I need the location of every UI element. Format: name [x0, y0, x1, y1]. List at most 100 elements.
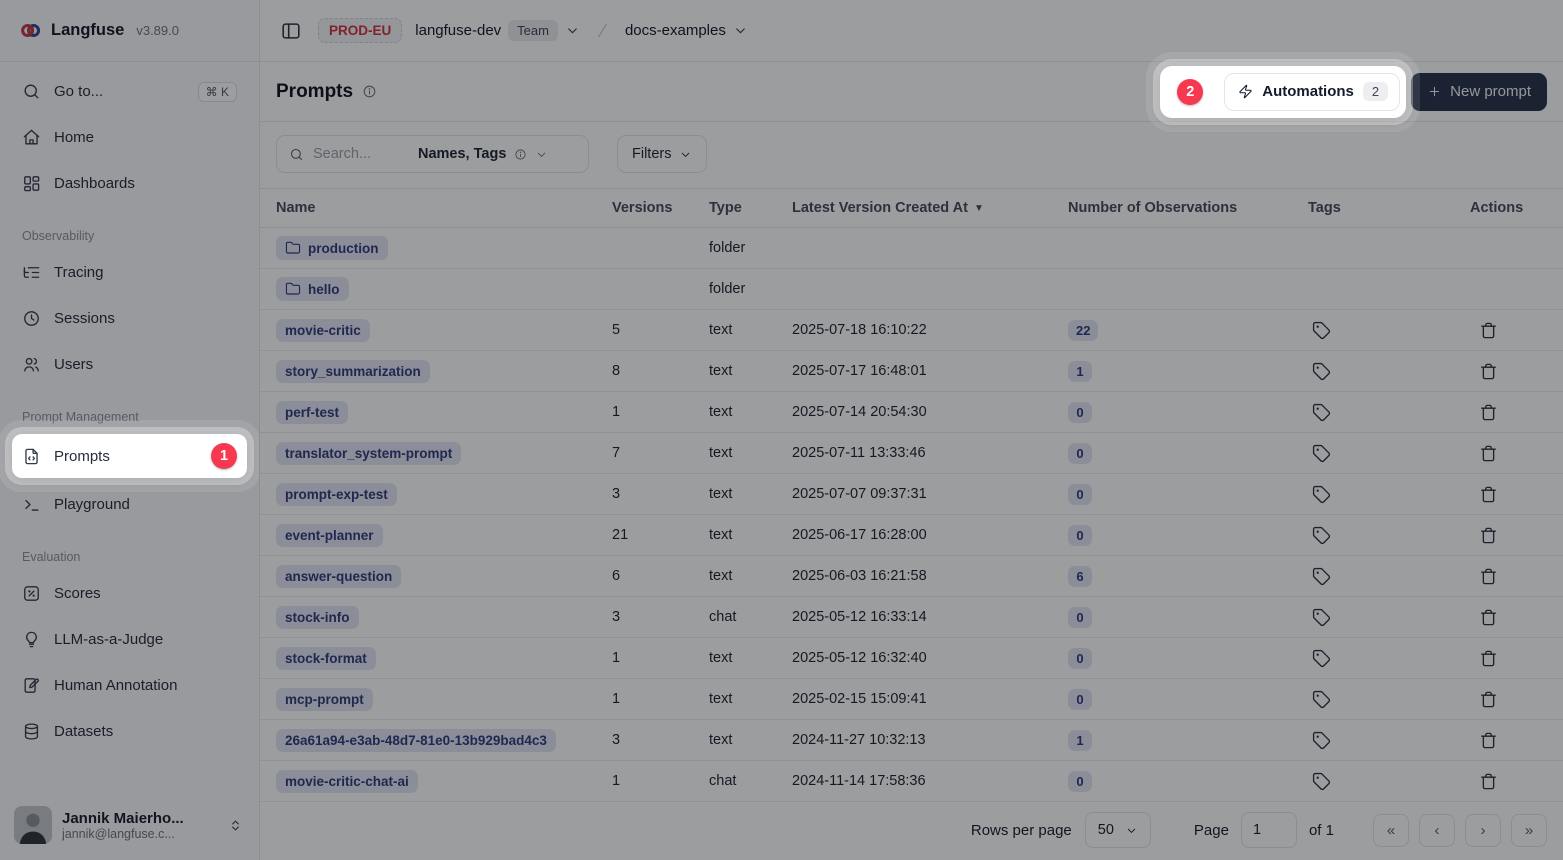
tags-button[interactable]: [1308, 563, 1335, 590]
tags-button[interactable]: [1308, 604, 1335, 631]
table-row[interactable]: hello folder: [260, 269, 1563, 310]
table-row[interactable]: mcp-prompt 1 text 2025-02-15 15:09:41 0: [260, 679, 1563, 720]
observations-badge[interactable]: 0: [1068, 771, 1092, 792]
tags-button[interactable]: [1308, 399, 1335, 426]
prompt-name-badge[interactable]: stock-info: [276, 606, 359, 629]
column-header-created-at[interactable]: Latest Version Created At ▼: [792, 200, 1068, 216]
table-row[interactable]: production folder: [260, 228, 1563, 269]
user-meta: Jannik Maierho... jannik@langfuse.c...: [62, 810, 218, 841]
prompt-name-badge[interactable]: perf-test: [276, 401, 348, 424]
first-page-button[interactable]: «: [1373, 814, 1409, 847]
table-row[interactable]: movie-critic 5 text 2025-07-18 16:10:22 …: [260, 310, 1563, 351]
created-at-cell: 2025-05-12 16:33:14: [792, 609, 1068, 625]
project-switcher[interactable]: docs-examples: [625, 22, 748, 39]
table-row[interactable]: 26a61a94-e3ab-48d7-81e0-13b929bad4c3 3 t…: [260, 720, 1563, 761]
tags-button[interactable]: [1308, 645, 1335, 672]
delete-button[interactable]: [1475, 440, 1502, 467]
info-icon[interactable]: [362, 84, 377, 99]
prompt-name-badge[interactable]: story_summarization: [276, 360, 430, 383]
automations-button[interactable]: Automations 2: [1224, 73, 1400, 111]
annotation-step-1: 1: [211, 443, 237, 469]
last-page-button[interactable]: »: [1511, 814, 1547, 847]
prompt-name-badge[interactable]: mcp-prompt: [276, 688, 373, 711]
table-row[interactable]: event-planner 21 text 2025-06-17 16:28:0…: [260, 515, 1563, 556]
delete-button[interactable]: [1475, 604, 1502, 631]
next-page-button[interactable]: ›: [1465, 814, 1501, 847]
rows-per-page-select[interactable]: 50: [1085, 812, 1151, 848]
sidebar-item-dashboards[interactable]: Dashboards: [12, 168, 247, 199]
prompt-name-badge[interactable]: stock-format: [276, 647, 376, 670]
table-row[interactable]: answer-question 6 text 2025-06-03 16:21:…: [260, 556, 1563, 597]
table-row[interactable]: perf-test 1 text 2025-07-14 20:54:30 0: [260, 392, 1563, 433]
search-input[interactable]: [313, 146, 409, 162]
prompt-name-badge[interactable]: answer-question: [276, 565, 401, 588]
tags-button[interactable]: [1308, 440, 1335, 467]
delete-button[interactable]: [1475, 481, 1502, 508]
sidebar-item-users[interactable]: Users: [12, 349, 247, 380]
table-row[interactable]: story_summarization 8 text 2025-07-17 16…: [260, 351, 1563, 392]
observations-badge[interactable]: 0: [1068, 443, 1092, 464]
tags-button[interactable]: [1308, 481, 1335, 508]
observations-badge[interactable]: 0: [1068, 525, 1092, 546]
user-menu[interactable]: Jannik Maierho... jannik@langfuse.c...: [0, 794, 259, 860]
sidebar-toggle-button[interactable]: [277, 17, 305, 45]
prev-page-button[interactable]: ‹: [1419, 814, 1455, 847]
new-prompt-button[interactable]: New prompt: [1411, 73, 1547, 111]
table-row[interactable]: translator_system-prompt 7 text 2025-07-…: [260, 433, 1563, 474]
delete-button[interactable]: [1475, 522, 1502, 549]
observations-badge[interactable]: 22: [1068, 320, 1098, 341]
info-icon: [514, 148, 527, 161]
delete-button[interactable]: [1475, 645, 1502, 672]
sidebar-item-home[interactable]: Home: [12, 122, 247, 153]
sidebar-item-scores[interactable]: Scores: [12, 578, 247, 609]
observations-badge[interactable]: 6: [1068, 566, 1092, 587]
tags-button[interactable]: [1308, 768, 1335, 795]
filters-button[interactable]: Filters: [617, 135, 707, 173]
search-scope-dropdown[interactable]: Names, Tags: [418, 146, 548, 162]
sidebar-item-sessions[interactable]: Sessions: [12, 303, 247, 334]
sidebar-item-goto[interactable]: Go to... ⌘ K: [12, 76, 247, 107]
sidebar-item-tracing[interactable]: Tracing: [12, 257, 247, 288]
prompt-name-badge[interactable]: event-planner: [276, 524, 383, 547]
prompt-name-badge[interactable]: production: [276, 236, 388, 260]
delete-button[interactable]: [1475, 399, 1502, 426]
delete-button[interactable]: [1475, 317, 1502, 344]
column-header-name: Name: [276, 200, 612, 216]
observations-badge[interactable]: 0: [1068, 607, 1092, 628]
table-row[interactable]: stock-format 1 text 2025-05-12 16:32:40 …: [260, 638, 1563, 679]
sidebar-item-human-annotation[interactable]: Human Annotation: [12, 670, 247, 701]
prompt-name-badge[interactable]: prompt-exp-test: [276, 483, 397, 506]
observations-badge[interactable]: 1: [1068, 361, 1092, 382]
table-row[interactable]: movie-critic-chat-ai 1 chat 2024-11-14 1…: [260, 761, 1563, 802]
observations-badge[interactable]: 1: [1068, 730, 1092, 751]
prompt-name-badge[interactable]: movie-critic-chat-ai: [276, 770, 418, 793]
tags-button[interactable]: [1308, 522, 1335, 549]
delete-button[interactable]: [1475, 686, 1502, 713]
delete-button[interactable]: [1475, 563, 1502, 590]
sidebar-item-prompts[interactable]: Prompts 1: [12, 434, 247, 478]
trash-icon: [1479, 403, 1498, 422]
prompt-name-badge[interactable]: movie-critic: [276, 319, 370, 342]
prompt-name-badge[interactable]: translator_system-prompt: [276, 442, 461, 465]
table-row[interactable]: prompt-exp-test 3 text 2025-07-07 09:37:…: [260, 474, 1563, 515]
sidebar-item-llm-judge[interactable]: LLM-as-a-Judge: [12, 624, 247, 655]
delete-button[interactable]: [1475, 727, 1502, 754]
page-number-input[interactable]: [1241, 812, 1297, 848]
prompt-name-badge[interactable]: 26a61a94-e3ab-48d7-81e0-13b929bad4c3: [276, 729, 556, 752]
sidebar-item-datasets[interactable]: Datasets: [12, 716, 247, 747]
org-switcher[interactable]: langfuse-dev Team: [415, 20, 580, 41]
tags-button[interactable]: [1308, 317, 1335, 344]
tags-button[interactable]: [1308, 358, 1335, 385]
table-row[interactable]: stock-info 3 chat 2025-05-12 16:33:14 0: [260, 597, 1563, 638]
tags-button[interactable]: [1308, 686, 1335, 713]
tags-button[interactable]: [1308, 727, 1335, 754]
observations-badge[interactable]: 0: [1068, 402, 1092, 423]
prompt-name-badge[interactable]: hello: [276, 277, 349, 301]
observations-badge[interactable]: 0: [1068, 484, 1092, 505]
created-at-cell: 2025-07-18 16:10:22: [792, 322, 1068, 338]
sidebar-item-playground[interactable]: Playground: [12, 489, 247, 520]
delete-button[interactable]: [1475, 768, 1502, 795]
delete-button[interactable]: [1475, 358, 1502, 385]
observations-badge[interactable]: 0: [1068, 689, 1092, 710]
observations-badge[interactable]: 0: [1068, 648, 1092, 669]
